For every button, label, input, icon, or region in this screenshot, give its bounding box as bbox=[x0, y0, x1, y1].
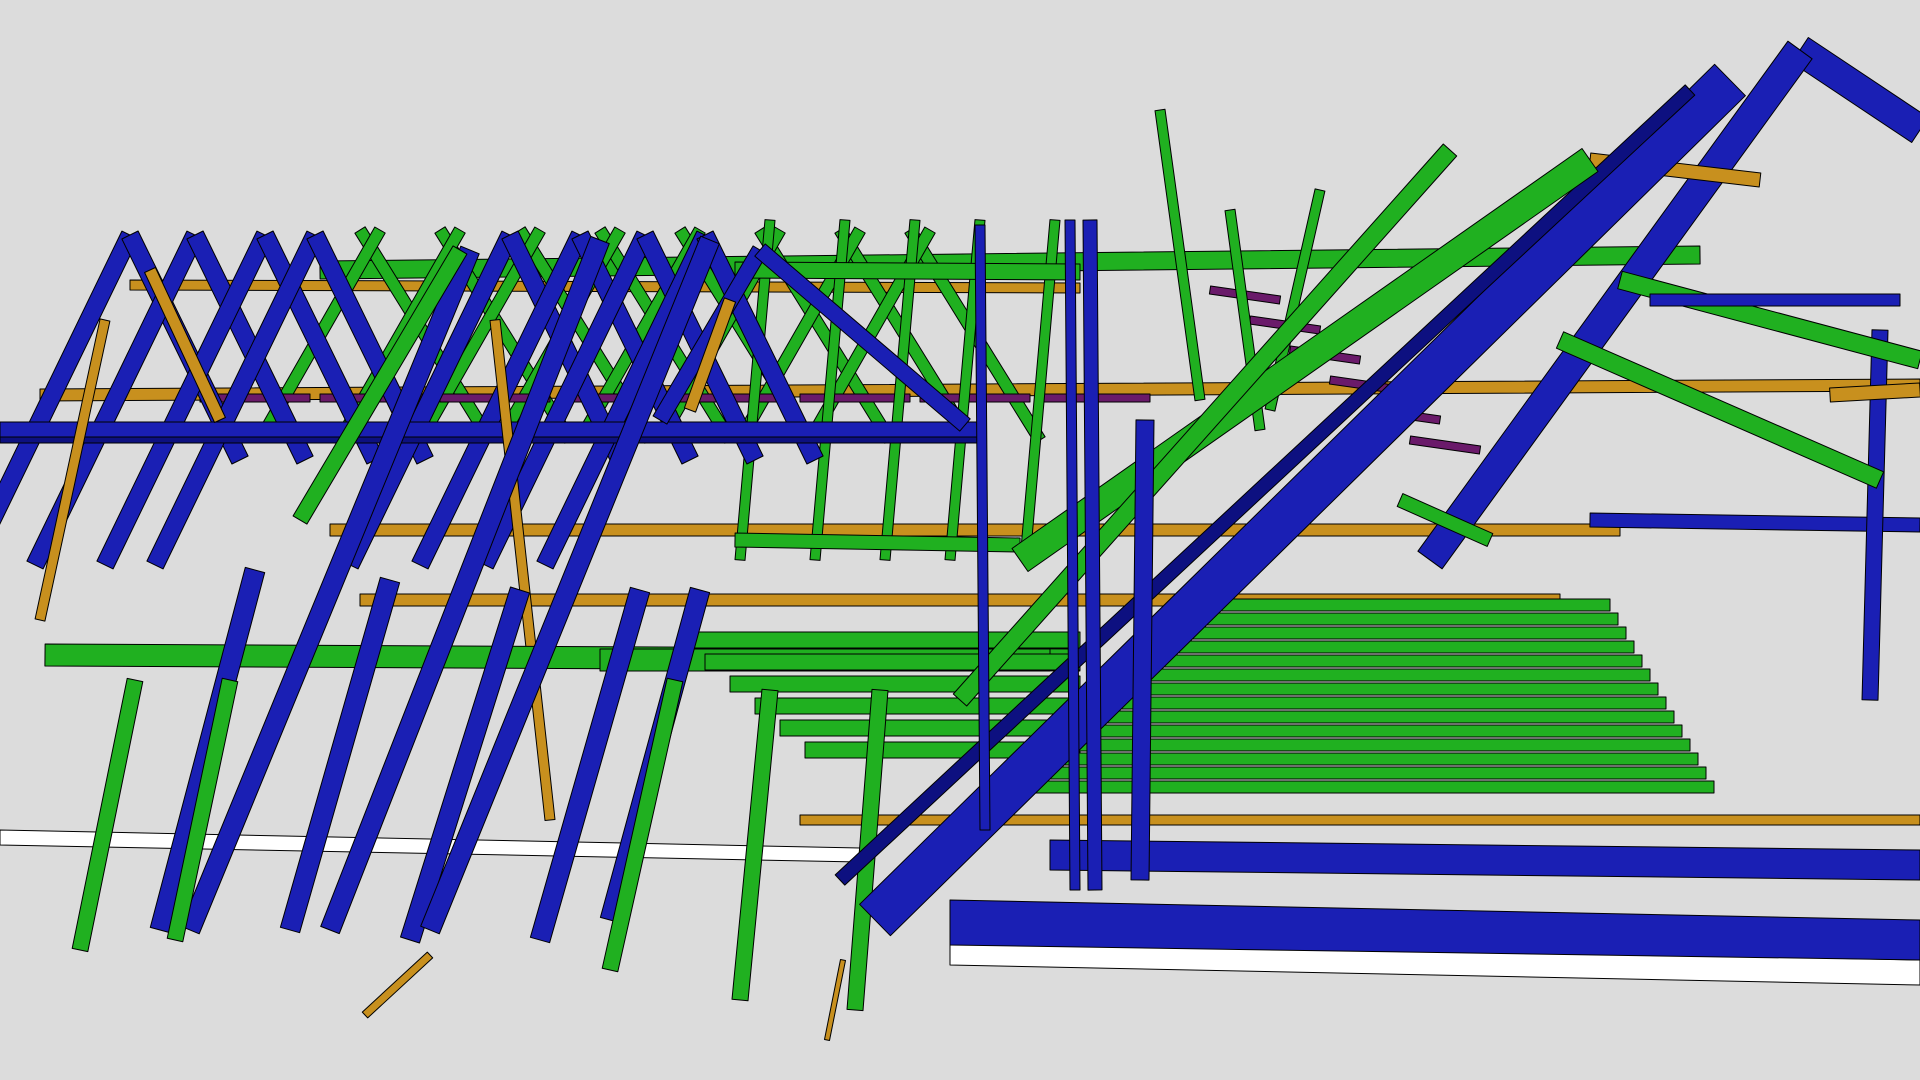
right-floor-joist-8 bbox=[1083, 710, 1675, 724]
right-floor-joist-5 bbox=[1119, 668, 1651, 682]
right-floor-joist-10 bbox=[1059, 738, 1691, 752]
left-tie-beam bbox=[0, 421, 981, 439]
3d-model-viewport[interactable] bbox=[0, 0, 1920, 1080]
loose-purlin-1 bbox=[361, 951, 434, 1019]
right-floor-joist-3 bbox=[1143, 640, 1635, 654]
right-green-diag-2 bbox=[1555, 331, 1885, 489]
right-floor-joist-7 bbox=[1095, 696, 1667, 710]
front-green-leg-0 bbox=[71, 677, 144, 953]
front-green-leg-2 bbox=[601, 677, 684, 973]
main-hip-rafter bbox=[859, 63, 1746, 937]
right-floor-beam bbox=[1049, 839, 1920, 881]
floor-joist-left-1 bbox=[704, 653, 1081, 671]
right-collar-upper bbox=[1649, 293, 1901, 307]
right-floor-joist-1 bbox=[1167, 612, 1619, 626]
loose-purlin-2 bbox=[824, 959, 846, 1041]
right-floor-joist-2 bbox=[1155, 626, 1627, 640]
right-floor-joist-4 bbox=[1131, 654, 1643, 668]
roof-framing-model[interactable] bbox=[0, 0, 1920, 1080]
right-floor-joist-13 bbox=[1023, 780, 1715, 794]
brace-right-5 bbox=[1408, 435, 1482, 455]
right-floor-joist-9 bbox=[1071, 724, 1683, 738]
right-gable-rafter-right bbox=[1791, 37, 1920, 143]
front-blue-rafter-2 bbox=[400, 586, 530, 944]
right-floor-joist-6 bbox=[1107, 682, 1659, 696]
floor-joist-left-2 bbox=[729, 675, 1081, 693]
left-tie-beam-shadow bbox=[0, 436, 981, 444]
right-post-4 bbox=[974, 224, 991, 831]
right-green-diag bbox=[1617, 270, 1920, 370]
brace-5 bbox=[799, 393, 911, 403]
right-floor-joist-0 bbox=[1179, 598, 1611, 612]
